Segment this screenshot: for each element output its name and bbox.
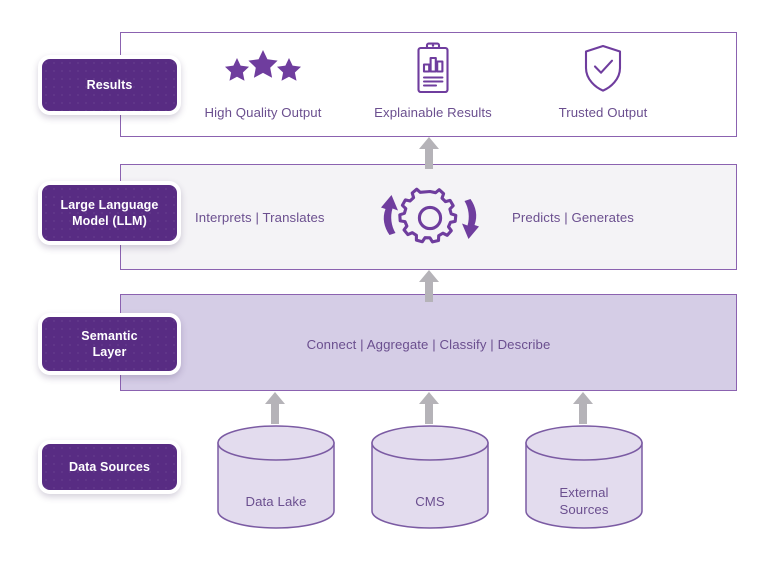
cylinder-label-line2: Sources — [559, 502, 609, 518]
clipboard-chart-icon — [348, 40, 518, 98]
llm-label-text: Large Language Model (LLM) — [61, 197, 159, 230]
semantic-layer-operations: Connect | Aggregate | Classify | Describ… — [306, 337, 551, 352]
shield-check-icon — [518, 40, 688, 98]
cylinder-label: Data Lake — [215, 493, 337, 510]
flow-arrow-llm-to-results — [418, 137, 440, 169]
feature-label: Trusted Output — [558, 105, 648, 120]
feature-explainable-results: Explainable Results — [348, 40, 518, 120]
feature-high-quality-output: High Quality Output — [178, 40, 348, 120]
gear-cycle-icon — [378, 185, 482, 254]
data-sources-label-chip: Data Sources — [38, 440, 181, 494]
llm-label-chip: Large Language Model (LLM) — [38, 181, 181, 245]
feature-trusted-output: Trusted Output — [518, 40, 688, 120]
flow-arrow-cms-to-semantic — [418, 392, 440, 424]
cylinder-label: CMS — [369, 493, 491, 510]
database-cylinder-icon — [369, 424, 491, 530]
cylinder-label: External Sources — [523, 484, 645, 519]
llm-left-operations: Interprets | Translates — [195, 210, 325, 225]
flow-arrow-semantic-to-llm — [418, 270, 440, 302]
flow-arrow-data-lake-to-semantic — [264, 392, 286, 424]
llm-label-line2: Model (LLM) — [72, 214, 147, 228]
llm-right-operations: Predicts | Generates — [512, 210, 634, 225]
results-label-text: Results — [86, 77, 133, 92]
flow-arrow-external-sources-to-semantic — [572, 392, 594, 424]
llm-label-line1: Large Language — [60, 197, 159, 212]
three-stars-icon — [178, 40, 348, 98]
data-sources-label-text: Data Sources — [68, 459, 151, 474]
feature-label: High Quality Output — [204, 105, 322, 120]
cylinder-label-line1: External — [559, 485, 609, 500]
database-cylinder-icon — [215, 424, 337, 530]
feature-label: Explainable Results — [374, 105, 492, 120]
diagram-canvas: Results High Quality Output Explainable … — [0, 0, 771, 568]
cylinder-label-line1: Data Lake — [245, 494, 307, 509]
results-label-chip: Results — [38, 55, 181, 115]
cylinder-label-line1: CMS — [415, 494, 445, 509]
